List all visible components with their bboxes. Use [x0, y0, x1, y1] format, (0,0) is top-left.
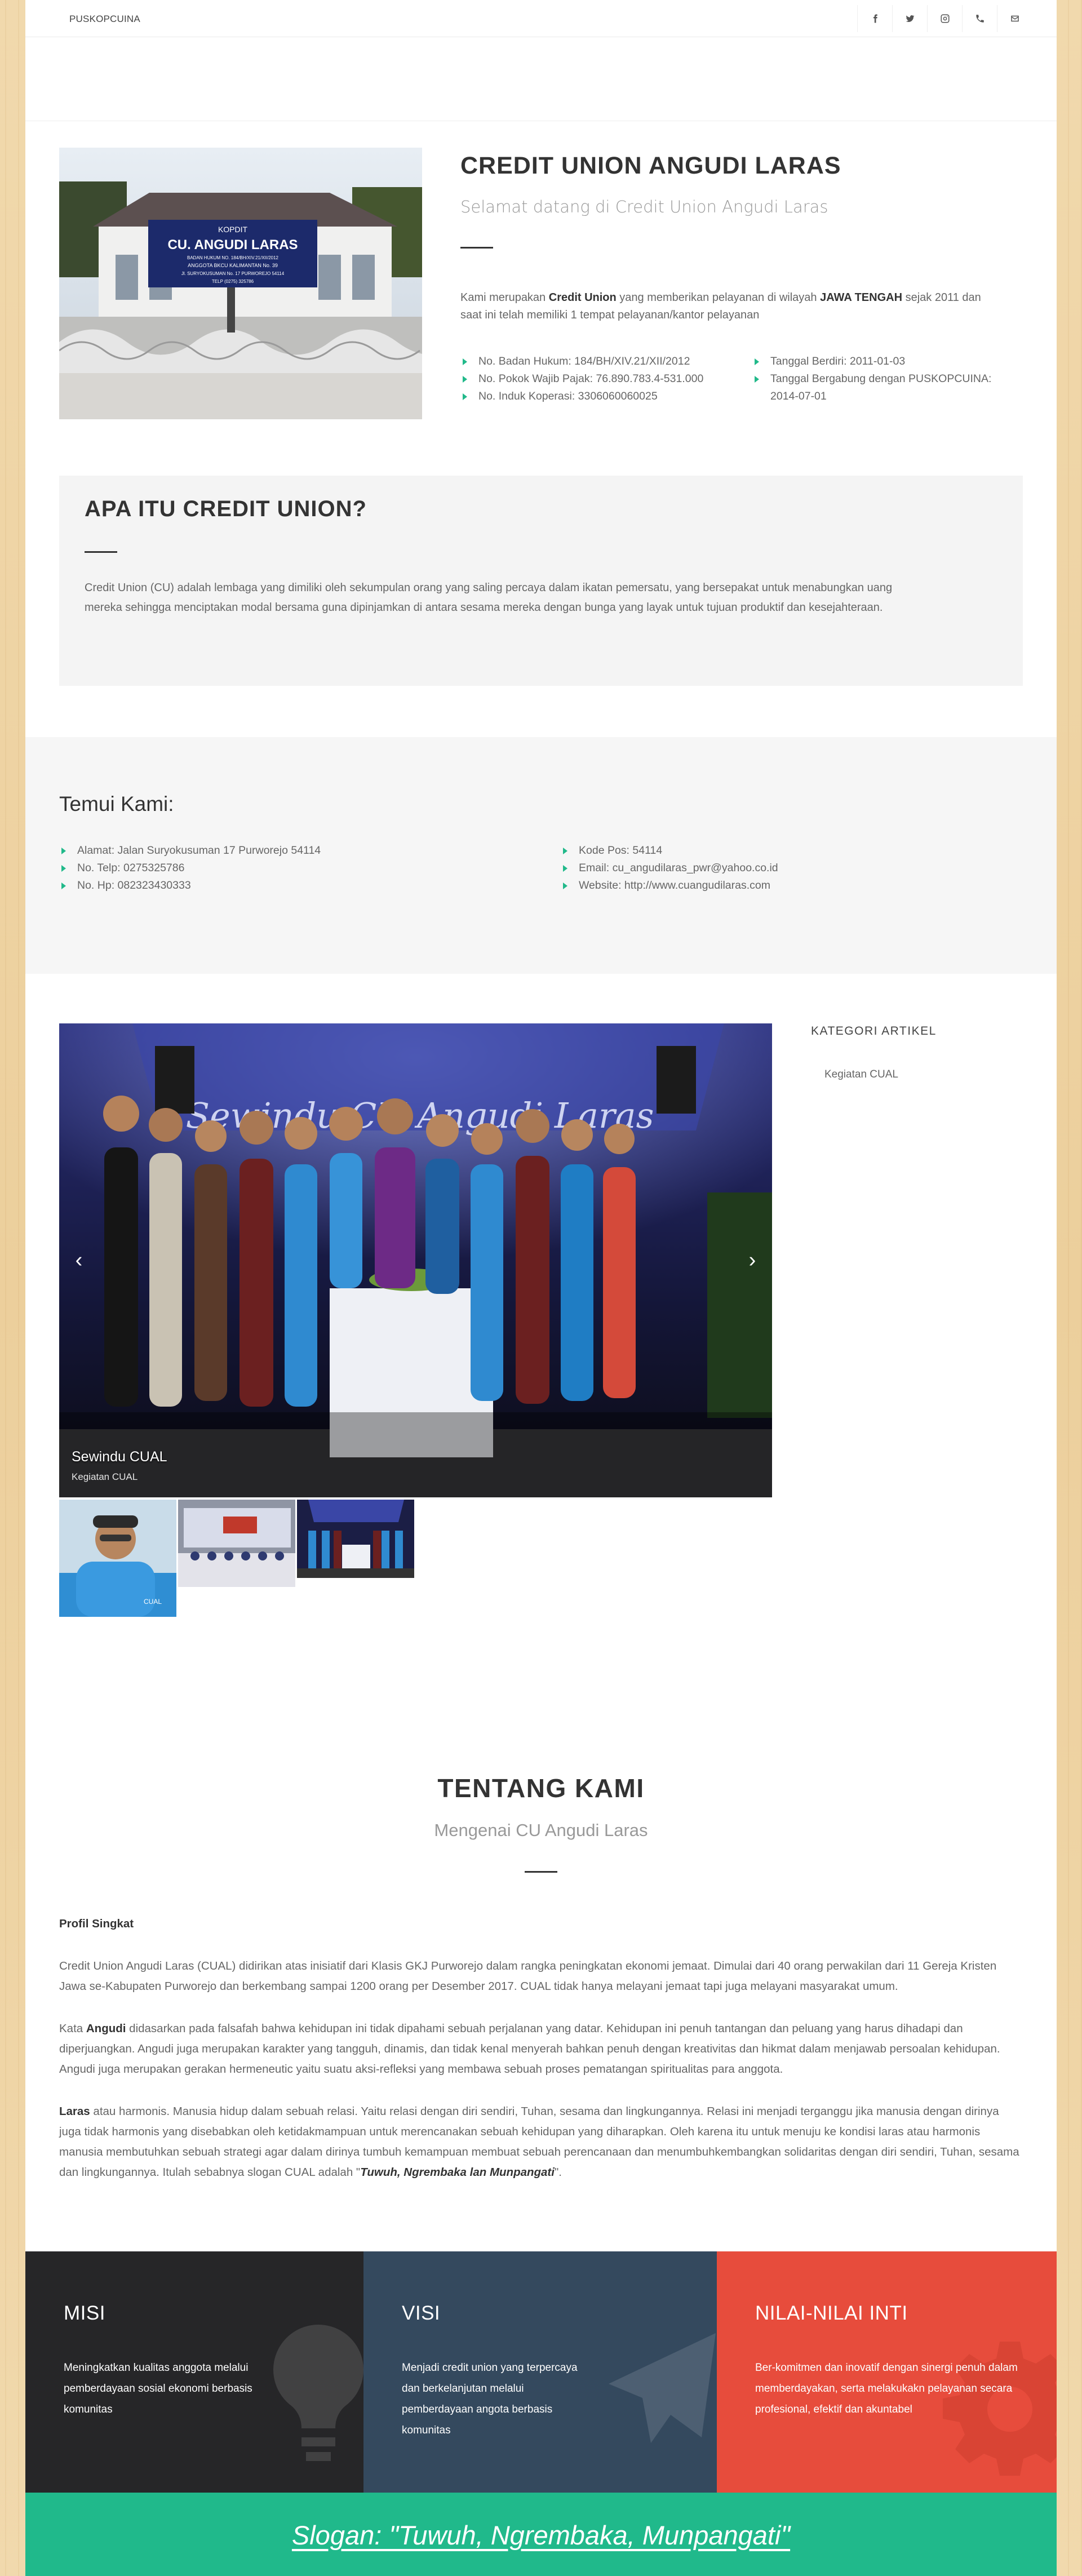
mission-vision-values: MISI Meningkatkan kualitas anggota melal…	[25, 2251, 1057, 2493]
visi-card: VISI Menjadi credit union yang terpercay…	[363, 2251, 717, 2493]
sign-line1: KOPDIT	[218, 225, 248, 234]
mail-icon[interactable]	[997, 5, 1032, 32]
slogan-bar: Slogan: "Tuwuh, Ngrembaka, Munpangati"	[25, 2493, 1057, 2576]
dates-list: Tanggal Berdiri: 2011-01-03 Tanggal Berg…	[752, 353, 1006, 405]
legal-info-list: No. Badan Hukum: 184/BH/XIV.21/XII/2012 …	[460, 353, 753, 405]
thumbnail-2[interactable]	[178, 1500, 295, 1587]
list-item: Tanggal Bergabung dengan PUSKOPCUINA: 20…	[752, 370, 1006, 405]
slider-prev-button[interactable]: ‹	[70, 1248, 87, 1272]
slide-photo: Sewindu CU Angudi Laras	[59, 1023, 772, 1497]
about-subtitle: Mengenai CU Angudi Laras	[434, 1820, 648, 1840]
page: PUSKOPCUINA KOPDIT CU. ANGUDI LARAS BADA…	[25, 0, 1057, 2576]
slide-caption-subtitle: Kegiatan CUAL	[72, 1471, 138, 1482]
sidebar-title: KATEGORI ARTIKEL	[811, 1025, 937, 1038]
what-is-cu-section: APA ITU CREDIT UNION? Credit Union (CU) …	[59, 476, 1023, 686]
office-photo: KOPDIT CU. ANGUDI LARAS BADAN HUKUM NO. …	[59, 148, 422, 419]
slogan-text: Slogan: "Tuwuh, Ngrembaka, Munpangati"	[291, 2520, 791, 2550]
section-divider	[85, 551, 117, 553]
thumbnail-1[interactable]: CUAL	[59, 1500, 176, 1617]
about-divider	[525, 1871, 557, 1873]
visi-title: VISI	[402, 2302, 441, 2324]
address: Alamat: Jalan Suryokusuman 17 Purworejo …	[59, 842, 510, 859]
page-subtitle: Selamat datang di Credit Union Angudi La…	[460, 197, 828, 216]
list-item: No. Badan Hukum: 184/BH/XIV.21/XII/2012	[460, 353, 753, 370]
title-divider	[460, 247, 493, 249]
contact-section: Temui Kami: Alamat: Jalan Suryokusuman 1…	[25, 737, 1057, 974]
mobile: No. Hp: 082323430333	[59, 877, 510, 894]
intro-description: Kami merupakan Credit Union yang memberi…	[460, 291, 981, 321]
slide-caption-title: Sewindu CUAL	[72, 1449, 167, 1465]
misi-title: MISI	[64, 2302, 105, 2324]
nilai-text: Ber-komitmen dan inovatif dengan sinergi…	[755, 2362, 1018, 2415]
thumbnail-3[interactable]	[297, 1500, 414, 1578]
nilai-card: NILAI-NILAI INTI Ber-komitmen dan inovat…	[717, 2251, 1057, 2493]
sign-line4: ANGGOTA BKCU KALIMANTAN No. 39	[188, 263, 278, 268]
slider-thumbnails: CUAL	[59, 1500, 414, 1617]
section-text: Credit Union (CU) adalah lembaga yang di…	[85, 582, 893, 614]
list-item: No. Pokok Wajib Pajak: 76.890.783.4-531.…	[460, 370, 753, 388]
list-item: Tanggal Berdiri: 2011-01-03	[752, 353, 1006, 370]
section-title: APA ITU CREDIT UNION?	[85, 496, 367, 521]
instagram-icon[interactable]	[927, 5, 962, 32]
social-links	[857, 5, 1032, 32]
visi-text: Menjadi credit union yang terpercaya dan…	[402, 2362, 578, 2436]
profil-heading: Profil Singkat	[59, 1917, 134, 1930]
sidebar-item-kegiatan-cual[interactable]: Kegiatan CUAL	[824, 1068, 898, 1081]
phone-icon[interactable]	[962, 5, 997, 32]
page-title: CREDIT UNION ANGUDI LARAS	[460, 152, 841, 179]
about-paragraph-2: Kata Angudi didasarkan pada falsafah bah…	[59, 2022, 1000, 2076]
about-paragraph-1: Credit Union Angudi Laras (CUAL) didirik…	[59, 1959, 997, 1993]
sign-line6: TELP (0275) 325786	[212, 279, 254, 284]
contact-list-left: Alamat: Jalan Suryokusuman 17 Purworejo …	[59, 842, 510, 894]
thumb-label: CUAL	[144, 1598, 162, 1606]
about-paragraph-3: Laras atau harmonis. Manusia hidup dalam…	[59, 2105, 1019, 2179]
misi-text: Meningkatkan kualitas anggota melalui pe…	[64, 2362, 252, 2415]
twitter-icon[interactable]	[892, 5, 927, 32]
postal-code: Kode Pos: 54114	[561, 842, 1012, 859]
phone: No. Telp: 0275325786	[59, 859, 510, 877]
paper-plane-icon	[609, 2333, 716, 2443]
contact-list-right: Kode Pos: 54114 Email: cu_angudilaras_pw…	[561, 842, 1012, 894]
nilai-title: NILAI-NILAI INTI	[755, 2302, 908, 2324]
lightbulb-icon	[273, 2325, 363, 2461]
list-item: No. Induk Koperasi: 3306060060025	[460, 388, 753, 405]
top-bar: PUSKOPCUINA	[25, 0, 1057, 37]
sign-line3: BADAN HUKUM NO. 184/BH/XIV.21/XII/2012	[187, 255, 279, 260]
sign-line5: Jl. SURYOKUSUMAN No. 17 PURWOREJO 54114	[181, 271, 285, 276]
misi-card: MISI Meningkatkan kualitas anggota melal…	[25, 2251, 363, 2493]
image-slider[interactable]: Sewindu CU Angudi Laras ‹ › Sewindu CUAL…	[59, 1023, 772, 1497]
contact-title: Temui Kami:	[59, 792, 174, 815]
about-title: TENTANG KAMI	[437, 1774, 645, 1803]
slider-next-button[interactable]: ›	[744, 1248, 761, 1272]
website[interactable]: Website: http://www.cuangudilaras.com	[561, 877, 1012, 894]
sign-line2: CU. ANGUDI LARAS	[167, 237, 298, 252]
brand-link[interactable]: PUSKOPCUINA	[69, 14, 140, 25]
facebook-icon[interactable]	[857, 5, 892, 32]
email: Email: cu_angudilaras_pwr@yahoo.co.id	[561, 859, 1012, 877]
